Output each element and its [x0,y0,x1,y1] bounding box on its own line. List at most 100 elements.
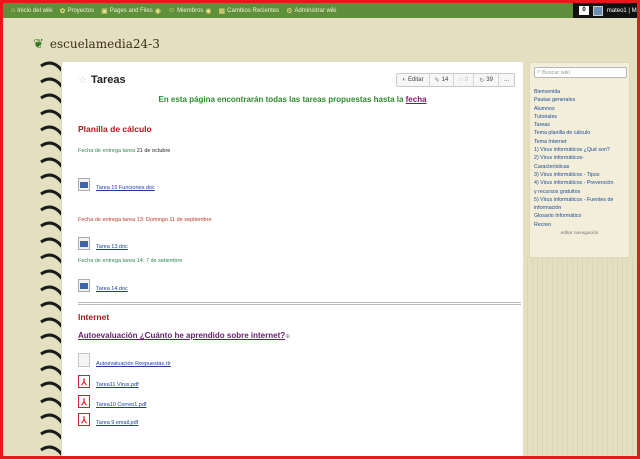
intro-link[interactable]: fecha [406,95,427,104]
intro-sentence: En esta página encontrarán todas las tar… [158,95,406,104]
wiki-page: ☆ Tareas ◐ Editar ✎ 14 ◌ 0 ↻ 39 ... En esta … [61,62,523,456]
sidebar-item[interactable]: Pautas generales [534,96,625,104]
file-link-autoeval[interactable]: Autoevaluación Respuestas.rtr [96,361,171,367]
folder-icon: ▣ [101,7,108,15]
file-link-tarea14[interactable]: Tarea 14.doc [96,286,128,292]
nav-admin-wiki-label: Administrar wiki [294,7,337,14]
sidebar-item[interactable]: y recursos gratuitos [534,188,625,196]
divider [78,302,521,305]
search-placeholder: Buscar wiki [542,69,570,76]
comments-button[interactable]: ✎ 14 [430,73,455,87]
notification-count[interactable]: 0 [579,6,589,15]
file-item: Autoevaluación Respuestas.rtr [78,353,515,367]
chevron-down-icon[interactable]: ◉ [155,7,161,15]
autoeval-link[interactable]: Autoevaluación ¿Cuánto he aprendido sobr… [78,331,285,340]
sidebar-item[interactable]: 5) Virus informáticos - Fuentes de [534,196,625,204]
nav-recent-changes-label: Cambios Recientes [227,7,280,14]
page-actions: ◐ Editar ✎ 14 ◌ 0 ↻ 39 ... [396,73,515,87]
avatar[interactable] [592,5,603,16]
file-item: Tarea 13.doc [78,237,515,250]
nav-pages-files[interactable]: ▣ Pages and Files ◉ [101,7,161,15]
sidebar-item[interactable]: 1) Virus informáticos ¿Qué son? [534,146,625,154]
sidebar-item[interactable]: Tema Internet [534,138,625,146]
projects-icon: ✿ [59,7,66,15]
home-icon: ⌂ [11,7,16,14]
top-navigation-bar: ⌂ Inicio del wiki ✿ Proyectos ▣ Pages and F… [3,0,637,18]
wiki-header: ❦ escuelamedia24-3 [33,36,160,52]
edit-icon: ◐ [402,77,406,83]
due-date-label: Fecha de entrega tarea [78,148,136,154]
page-title: Tareas [90,74,126,86]
calendar-icon: ▦ [218,7,226,15]
search-icon: ⌕ [537,69,541,75]
nav-members-label: Miembros [177,7,204,14]
section-title-planilla: Planilla de cálculo [78,124,152,134]
nav-recent-changes[interactable]: ▦ Cambios Recientes [219,7,280,15]
page-header: ☆ Tareas ◐ Editar ✎ 14 ◌ 0 ↻ 39 ... [78,72,515,88]
sidebar-item[interactable]: Bienvenida [534,88,625,96]
nav-home[interactable]: ⌂ Inicio del wiki [11,7,53,14]
username[interactable]: mateo1 | Mo [607,8,637,14]
due-date-value: 21 de octubre [136,148,171,154]
search-input[interactable]: ⌕ Buscar wiki [534,67,627,78]
members-icon: ☺ [167,7,176,14]
favorite-star-icon[interactable]: ☆ [78,75,87,86]
sidebar-item[interactable]: Tema planilla de cálculo [534,129,625,137]
due-date-line-2: Fecha de entrega tarea 13: Domingo 11 de… [78,217,212,223]
doc-file-icon [78,279,90,292]
sidebar-item[interactable]: Alumnos [534,105,625,113]
file-link-tarea15[interactable]: Tarea 15 Funciones.doc [96,185,155,191]
sidebar-item[interactable]: Características [534,163,625,171]
nav-members[interactable]: ☺ Miembros ◉ [168,7,212,15]
sidebar-item[interactable]: Recreo [534,221,625,229]
edit-navigation-link[interactable]: editar navegación [534,231,625,236]
file-link-tarea13[interactable]: Tarea 13.doc [96,244,128,250]
nav-admin-wiki[interactable]: ⚙ Administrar wiki [286,7,336,15]
file-item: ⅄ Tarea 9 email.pdf [78,413,515,426]
sidebar-item[interactable]: Tutoriales [534,113,625,121]
file-link-tarea11[interactable]: Tarea11 Virus.pdf [96,382,139,388]
sidebar-item[interactable]: información [534,204,625,212]
history-button[interactable]: ↻ 39 [474,73,499,87]
sidebar-nav: Bienvenida Pautas generales Alumnos Tuto… [534,88,625,229]
background-stripes [523,258,637,456]
pdf-file-icon: ⅄ [78,375,90,388]
nav-projects[interactable]: ✿ Proyectos [60,7,95,15]
comment-icon: ✎ [434,77,440,84]
section-title-internet: Internet [78,312,110,322]
views-count: 0 [464,77,469,83]
file-link-tarea9[interactable]: Tarea 9 email.pdf [96,420,138,426]
sidebar-item[interactable]: 4) Virus informáticos - Prevención [534,179,625,187]
sidebar-item[interactable]: 3) Virus informáticos - Tipos [534,171,625,179]
file-link-tarea10[interactable]: Tarea10 Correo1.pdf [96,402,146,408]
edit-button[interactable]: ◐ Editar [397,73,430,87]
plant-logo-icon: ❦ [33,36,44,51]
pdf-file-icon: ⅄ [78,413,90,426]
eye-icon: ◌ [459,77,463,83]
wiki-title[interactable]: escuelamedia24-3 [50,37,160,51]
sidebar: ⌕ Buscar wiki Bienvenida Pautas generales… [529,62,630,258]
add-icon[interactable]: ⊕ [285,334,290,340]
generic-file-icon [78,353,90,367]
views-button[interactable]: ◌ 0 [454,73,475,87]
sidebar-item[interactable]: 2) Virus informáticos- [534,154,625,162]
nav-pages-files-label: Pages and Files [109,7,153,14]
pdf-file-icon: ⅄ [78,395,90,408]
sidebar-item[interactable]: Tareas [534,121,625,129]
user-area: 0 mateo1 | Mo [573,3,637,18]
chevron-down-icon[interactable]: ◉ [205,7,211,15]
nav-projects-label: Proyectos [67,7,95,14]
gear-icon: ⚙ [286,7,293,15]
sidebar-item[interactable]: Glosario Informático [534,212,625,220]
doc-file-icon [78,178,90,191]
history-count: 39 [486,77,493,83]
history-icon: ↻ [479,77,485,84]
comments-count: 14 [441,77,449,83]
more-button[interactable]: ... [499,73,514,87]
file-item: ⅄ Tarea11 Virus.pdf [78,375,515,388]
due-date-line-1: Fecha de entrega tarea 21 de octubre [78,148,515,154]
window-frame: ⌂ Inicio del wiki ✿ Proyectos ▣ Pages and F… [0,0,640,459]
doc-file-icon [78,237,90,250]
edit-label: Editar [407,77,424,83]
page-content: Planilla de cálculo Fecha de entrega tar… [78,124,521,426]
